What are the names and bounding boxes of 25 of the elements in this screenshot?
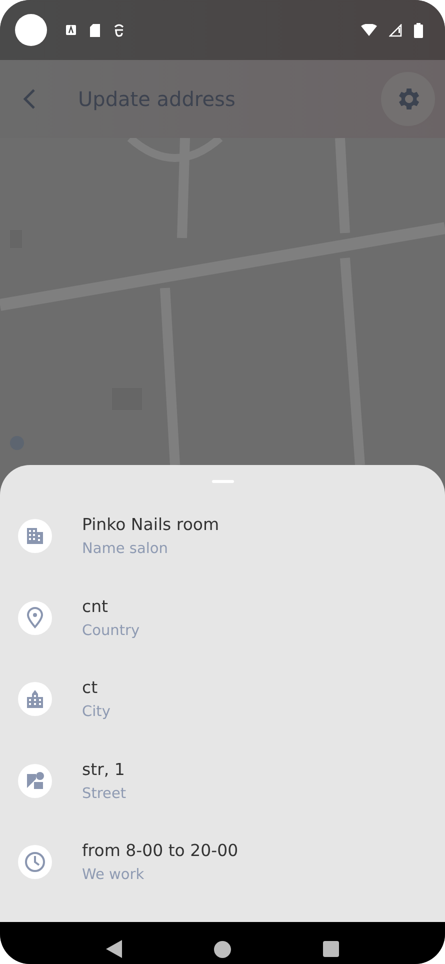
shapes-icon [18, 764, 52, 798]
city-icon [18, 682, 52, 716]
recents-nav-icon[interactable] [323, 941, 339, 957]
field-value: cnt [82, 596, 109, 618]
field-value: str, 1 [82, 758, 126, 780]
battery-icon [414, 22, 423, 38]
field-value: Pinko Nails room [82, 514, 220, 536]
back-nav-icon[interactable] [106, 940, 122, 958]
field-value: ct [82, 677, 99, 699]
location-pin-icon [18, 600, 52, 634]
redaction-circle [15, 14, 47, 46]
clock-icon [18, 845, 52, 879]
field-value: from 8-00 to 20-00 [82, 840, 238, 862]
field-label: Country [82, 622, 140, 640]
home-nav-icon[interactable] [214, 940, 231, 958]
signal-icon [389, 24, 402, 36]
sd-card-icon [89, 24, 101, 36]
wifi-icon [361, 24, 377, 36]
building-icon [18, 519, 52, 553]
field-label: Name salon [82, 540, 169, 559]
notification-icon [65, 24, 77, 36]
field-label: City [82, 703, 110, 722]
chevron-left-icon [22, 88, 36, 110]
field-label: We work [82, 866, 146, 885]
field-label: Street [82, 784, 126, 804]
